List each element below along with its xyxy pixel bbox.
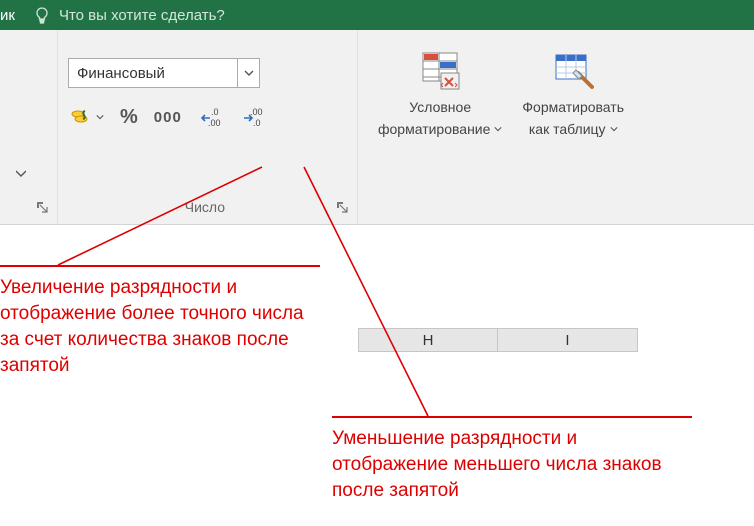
wrap-text-dropdown[interactable]	[6, 158, 36, 188]
conditional-formatting-icon	[419, 46, 461, 94]
column-header-h[interactable]: H	[358, 328, 498, 352]
percent-style-button[interactable]: %	[114, 102, 144, 132]
tell-me-text[interactable]: Что вы хотите сделать?	[59, 7, 225, 24]
comma-style-button[interactable]: 000	[148, 102, 188, 132]
ribbon-tab-fragment: ик	[0, 7, 23, 24]
lightbulb-icon	[33, 6, 51, 24]
dialog-launcher-icon[interactable]	[35, 200, 49, 214]
accounting-format-button[interactable]	[64, 102, 110, 132]
conditional-formatting-button[interactable]: Условное форматирование	[368, 40, 512, 140]
chevron-down-icon	[237, 59, 259, 87]
number-format-value: Финансовый	[69, 65, 165, 82]
chevron-down-icon	[494, 125, 502, 133]
format-as-table-icon	[552, 46, 594, 94]
svg-text:.00: .00	[208, 118, 221, 128]
annotation-increase: Увеличение разрядности и отображение бол…	[0, 265, 320, 379]
format-as-table-button[interactable]: Форматировать как таблицу	[512, 40, 634, 140]
number-format-dropdown[interactable]: Финансовый	[68, 58, 260, 88]
dialog-launcher-icon[interactable]	[335, 200, 349, 214]
svg-text:.00: .00	[250, 107, 263, 117]
decrease-decimal-button[interactable]: .00 .0	[234, 102, 272, 132]
chevron-down-icon	[610, 125, 618, 133]
ribbon: Финансовый % 000	[0, 30, 754, 225]
number-group-label: Число	[185, 199, 225, 215]
annotation-decrease: Уменьшение разрядности и отображение мен…	[332, 416, 692, 504]
svg-text:.0: .0	[211, 107, 219, 117]
title-bar: ик Что вы хотите сделать?	[0, 0, 754, 30]
column-header-i[interactable]: I	[498, 328, 638, 352]
increase-decimal-button[interactable]: .0 .00	[192, 102, 230, 132]
column-headers: H I	[358, 328, 638, 352]
svg-text:.0: .0	[253, 118, 261, 128]
